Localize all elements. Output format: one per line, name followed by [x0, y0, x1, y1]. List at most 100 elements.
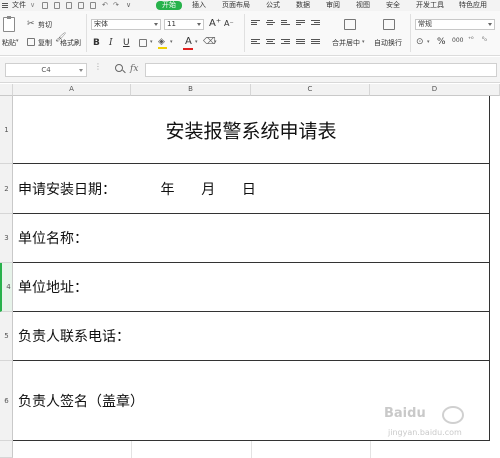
print-preview-icon[interactable] — [54, 2, 60, 9]
font-name-select[interactable]: 宋体 — [91, 19, 161, 30]
tab-insert[interactable]: 插入 — [192, 0, 206, 11]
select-all-corner[interactable] — [0, 84, 13, 96]
date-cell[interactable]: 申请安装日期： 年 月 日 — [13, 164, 489, 214]
underline-button[interactable]: U — [123, 38, 130, 48]
font-color-icon[interactable]: A — [185, 36, 192, 47]
title-cell[interactable]: 安装报警系统申请表 — [13, 96, 489, 164]
justify-icon[interactable] — [296, 39, 305, 47]
ribbon-toolbar: 粘贴 ▾ ✂ 剪切 复制 🖌 格式刷 宋体 11 A⁺ A⁻ B I U ▾ ◈… — [0, 11, 500, 56]
name-box[interactable]: C4 — [5, 63, 87, 77]
function-icon[interactable]: fx — [130, 64, 138, 74]
merge-center-icon[interactable] — [344, 19, 356, 30]
row-number: 3 — [4, 234, 9, 242]
column-header-b[interactable]: B — [131, 84, 251, 96]
pdf-icon[interactable] — [90, 2, 96, 9]
gridline — [370, 441, 371, 458]
paste-icon[interactable] — [3, 16, 15, 32]
tab-page-layout[interactable]: 页面布局 — [222, 0, 250, 11]
print-icon[interactable] — [66, 2, 72, 9]
decrease-decimal-icon[interactable]: ⁰₀ — [482, 36, 487, 43]
export-icon[interactable] — [78, 2, 84, 9]
formula-input[interactable] — [145, 63, 497, 77]
tab-review[interactable]: 审阅 — [326, 0, 340, 11]
paste-button[interactable]: 粘贴 — [2, 38, 16, 48]
menu-icon[interactable] — [2, 3, 8, 8]
chevron-down-icon[interactable]: ▾ — [150, 39, 153, 45]
chevron-down-icon — [154, 23, 158, 26]
tab-security[interactable]: 安全 — [386, 0, 400, 11]
font-grow-button[interactable]: A⁺ — [209, 18, 221, 29]
undo-icon[interactable]: ↶ — [102, 0, 108, 11]
watermark-url: jingyan.baidu.com — [388, 428, 462, 437]
indent-icon[interactable] — [311, 20, 320, 28]
chevron-down-icon[interactable]: ∨ — [126, 0, 131, 11]
align-left-icon[interactable] — [251, 39, 260, 47]
currency-icon[interactable]: ⊙ — [416, 37, 424, 47]
chevron-down-icon[interactable]: ▾ — [170, 39, 173, 45]
wrap-text-button[interactable]: 自动换行 — [374, 38, 402, 48]
contact-phone-cell[interactable]: 负责人联系电话： — [13, 312, 489, 361]
fill-color-icon[interactable]: ◈ — [158, 37, 165, 47]
tab-developer[interactable]: 开发工具 — [416, 0, 444, 11]
company-address-cell[interactable]: 单位地址： — [13, 263, 489, 312]
increase-decimal-icon[interactable]: ⁺⁰ — [468, 36, 474, 43]
row-header-3[interactable]: 3 — [0, 214, 13, 263]
merge-center-button[interactable]: 合并居中 — [332, 38, 360, 48]
chevron-down-icon[interactable]: ▾ — [16, 38, 19, 44]
fill-color-bar — [158, 47, 167, 49]
bold-button[interactable]: B — [93, 38, 100, 48]
font-shrink-button[interactable]: A⁻ — [224, 19, 234, 28]
menu-bar: 文件 ∨ ↶ ↷ ∨ 开始 插入 页面布局 公式 数据 审阅 视图 安全 开发工… — [0, 0, 500, 11]
tab-formulas[interactable]: 公式 — [266, 0, 280, 11]
column-header-a[interactable]: A — [13, 84, 131, 96]
wrap-text-icon[interactable] — [383, 19, 395, 30]
align-middle-icon[interactable] — [266, 20, 275, 28]
redo-icon[interactable]: ↷ — [113, 0, 119, 11]
tab-data[interactable]: 数据 — [296, 0, 310, 11]
thousands-icon[interactable]: 000 — [452, 37, 463, 44]
column-header-d[interactable]: D — [370, 84, 500, 96]
font-size-select[interactable]: 11 — [164, 19, 204, 30]
save-icon[interactable] — [42, 2, 48, 9]
row-header-5[interactable]: 5 — [0, 312, 13, 361]
form-title: 安装报警系统申请表 — [165, 120, 337, 142]
tab-view[interactable]: 视图 — [356, 0, 370, 11]
borders-icon[interactable] — [139, 39, 147, 47]
percent-button[interactable]: % — [437, 37, 446, 47]
copy-icon[interactable] — [27, 38, 35, 46]
wrap-lines-icon[interactable] — [296, 20, 305, 28]
signature-label: 负责人签名（盖章） — [18, 393, 144, 410]
column-header-c[interactable]: C — [251, 84, 370, 96]
chevron-down-icon[interactable]: ▾ — [214, 39, 217, 45]
zoom-icon[interactable] — [115, 64, 123, 72]
chevron-down-icon[interactable]: ▾ — [427, 39, 430, 45]
align-bottom-icon[interactable] — [281, 20, 290, 28]
chevron-down-icon — [197, 23, 201, 26]
chevron-down-icon[interactable]: ∨ — [30, 0, 35, 11]
align-top-icon[interactable] — [251, 20, 260, 28]
tab-home[interactable]: 开始 — [156, 1, 182, 10]
menu-file[interactable]: 文件 — [12, 0, 26, 11]
italic-button[interactable]: I — [109, 38, 113, 48]
chevron-down-icon[interactable]: ▾ — [362, 39, 365, 45]
row-header-1[interactable]: 1 — [0, 96, 13, 164]
tab-special[interactable]: 特色应用 — [459, 0, 487, 11]
row-header-2[interactable]: 2 — [0, 164, 13, 214]
company-name-cell[interactable]: 单位名称： — [13, 214, 489, 263]
align-center-icon[interactable] — [266, 39, 275, 47]
align-right-icon[interactable] — [281, 39, 290, 47]
number-format-select[interactable]: 常规 — [415, 19, 495, 30]
number-format-value: 常规 — [418, 20, 432, 28]
table-border — [489, 96, 490, 441]
copy-button[interactable]: 复制 — [38, 38, 52, 48]
row-header-4[interactable]: 4 — [0, 263, 13, 312]
row-header-7[interactable] — [0, 441, 13, 458]
chevron-down-icon[interactable]: ▾ — [195, 39, 198, 45]
watermark: Baidu jingyan.baidu.com — [384, 404, 494, 444]
format-painter-button[interactable]: 格式刷 — [60, 38, 81, 48]
scissors-icon[interactable]: ✂ — [27, 19, 35, 29]
cut-button[interactable]: 剪切 — [38, 20, 52, 30]
distribute-icon[interactable] — [311, 39, 320, 47]
row-header-6[interactable]: 6 — [0, 361, 13, 441]
drag-handle-icon[interactable]: ⋮ — [94, 62, 102, 71]
